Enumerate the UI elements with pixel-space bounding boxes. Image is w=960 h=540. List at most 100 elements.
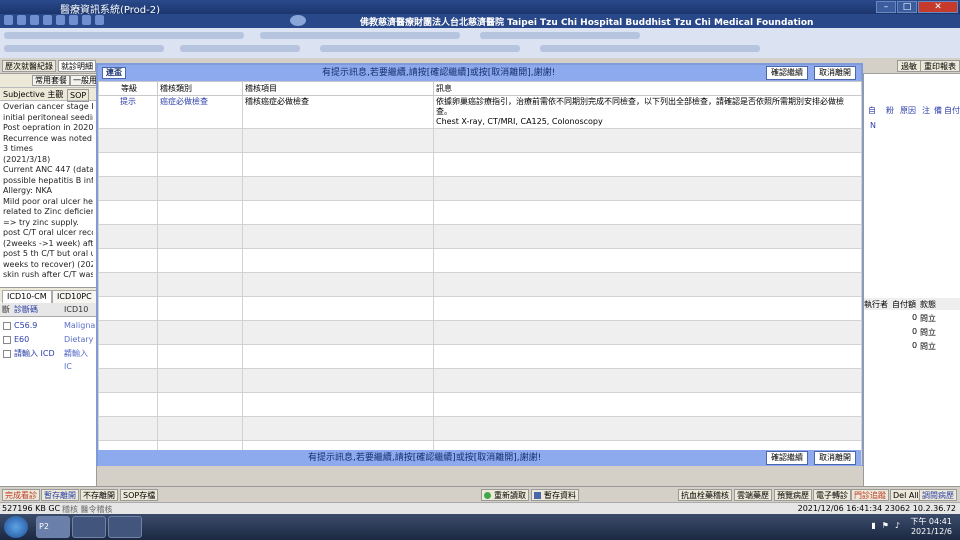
col-remark: 備 [934, 106, 942, 115]
clinic-tracking-button[interactable]: 門診追蹤 [851, 489, 889, 501]
row-message-line: Chest X-ray, CT/MRI, CA125, Colonoscopy [436, 117, 603, 126]
sop-button[interactable]: SOP [67, 89, 90, 102]
empty-cell [157, 416, 243, 441]
empty-cell [242, 200, 434, 225]
icd-desc: 請輸入 IC [64, 349, 88, 371]
close-button[interactable]: ✕ [918, 1, 958, 13]
volume-icon[interactable]: ♪ [895, 521, 900, 530]
delete-all-button[interactable]: Del All [890, 489, 922, 501]
taskbar-app-p2[interactable]: P2 [36, 516, 70, 538]
empty-cell [433, 320, 862, 345]
e-referral-button[interactable]: 電子轉診 [813, 489, 851, 501]
preview-record-button[interactable]: 預覽病歷 [774, 489, 812, 501]
minimize-button[interactable]: – [876, 1, 896, 13]
table-row-empty[interactable] [98, 128, 862, 153]
temp-save-button[interactable]: 暫存資料 [531, 489, 579, 501]
dialog-message-top: 有提示訊息,若要繼續,請按[確認繼續]或按[取消離開],謝謝! [322, 68, 556, 78]
lock-icon[interactable] [82, 15, 91, 25]
discard-leave-button[interactable]: 不存離開 [80, 489, 118, 501]
icd-row[interactable]: C56.9 Malignan [0, 319, 97, 333]
status-bar: 527196 KB GC 稽核 醫令稽核 2021/12/06 16:41:34… [0, 502, 960, 514]
temp-save-label: 暫存資料 [544, 491, 576, 500]
table-row-empty[interactable] [98, 176, 862, 201]
search-icon[interactable] [30, 15, 39, 25]
network-icon[interactable]: ▮ [871, 521, 875, 530]
row-message: 依據卵巢癌診療指引，治療前需依不同期別完成不同檢查，以下列出全部檢查，請確認是否… [433, 95, 862, 129]
home-icon[interactable] [4, 15, 13, 25]
flag-icon[interactable]: ⚑ [882, 521, 889, 530]
table-row-empty[interactable] [98, 368, 862, 393]
table-row-empty[interactable] [98, 296, 862, 321]
empty-cell [157, 320, 243, 345]
empty-cell [433, 152, 862, 177]
exit-icon[interactable] [95, 15, 104, 25]
tab-icd10-pc[interactable]: ICD10PC [52, 290, 96, 304]
table-row-empty[interactable] [98, 392, 862, 417]
table-row-empty[interactable] [98, 200, 862, 225]
icd-row[interactable]: E60 Dietary z [0, 333, 96, 357]
view-record-button[interactable]: 調閱病歷 [919, 489, 957, 501]
save-icon [534, 492, 541, 499]
cloud-med-history-button[interactable]: 雲端藥歷 [734, 489, 772, 501]
table-row-empty[interactable] [98, 224, 862, 249]
settings-icon[interactable] [43, 15, 52, 25]
icd-row[interactable]: 請輸入 ICD 請輸入 IC [0, 347, 96, 371]
confirm-continue-button-bottom[interactable]: 確認繼續 [766, 451, 808, 465]
cancel-leave-button-bottom[interactable]: 取消離開 [814, 451, 856, 465]
icd-code: 請輸入 ICD [14, 349, 55, 358]
table-row-empty[interactable] [98, 152, 862, 177]
table-row-empty[interactable] [98, 416, 862, 441]
taskbar-app-browser[interactable] [108, 516, 142, 538]
help-icon[interactable] [69, 15, 78, 25]
table-row-empty[interactable] [98, 248, 862, 273]
dialog-message-bottom: 有提示訊息,若要繼續,請按[確認繼續]或按[取消離開],謝謝! [308, 453, 542, 463]
common-set-button[interactable]: 常用套餐 [32, 75, 70, 86]
order-row[interactable]: N [864, 120, 960, 134]
save-leave-button[interactable]: 暫存離開 [41, 489, 79, 501]
fee-status: 問立 [920, 314, 936, 323]
tab-icd10-cm[interactable]: ICD10-CM [2, 290, 52, 304]
dialog-bottom-bar: 有提示訊息,若要繼續,請按[確認繼續]或按[取消離開],謝謝! 確認繼續 取消離… [98, 450, 861, 466]
fee-row[interactable]: 0 問立 [864, 326, 960, 340]
note-line: (2weeks ->1 week) after Z [3, 238, 93, 248]
table-row-empty[interactable] [98, 344, 862, 369]
icd-desc: Malignan [64, 321, 97, 330]
quick-icons [4, 15, 104, 25]
table-row[interactable]: 提示 癌症必做檢查 稽核癌症必做檢查 依據卵巢癌診療指引，治療前需依不同期別完成… [98, 95, 862, 129]
maximize-button[interactable]: □ [897, 1, 917, 13]
antithrombotic-audit-button[interactable]: 抗血栓藥稽核 [678, 489, 732, 501]
start-button[interactable] [4, 516, 28, 538]
empty-cell [242, 272, 434, 297]
icd-row-checkbox[interactable] [3, 350, 11, 358]
subjective-notes[interactable]: Overian cancer stage III initial periton… [0, 101, 96, 282]
row-category: 癌症必做檢查 [157, 95, 243, 129]
print-icon[interactable] [17, 15, 26, 25]
audit-table: 等級 稽核類別 稽核項目 訊息 提示 癌症必做檢查 稽核癌症必做檢查 依據卵巢癌… [98, 81, 862, 465]
audit-table-header: 等級 稽核類別 稽核項目 訊息 [98, 81, 862, 96]
tool-icon[interactable] [56, 15, 65, 25]
confirm-continue-button[interactable]: 確認繼續 [766, 66, 808, 80]
icd-row-checkbox[interactable] [3, 322, 11, 330]
table-row-empty[interactable] [98, 272, 862, 297]
general-button[interactable]: 一般用 [70, 75, 96, 86]
icd-row-checkbox[interactable] [3, 336, 11, 344]
reload-button[interactable]: 重新讀取 [481, 489, 529, 501]
empty-cell [433, 200, 862, 225]
fee-row[interactable]: 0 問立 [864, 340, 960, 354]
hospital-logo-icon [290, 15, 306, 26]
allergy-button[interactable]: 過敏 [897, 60, 921, 72]
fee-row[interactable]: 0 問立 [864, 312, 960, 326]
tab-visit-history[interactable]: 歷次就醫紀錄 [2, 60, 56, 72]
bottom-action-bar: 完成看診 暫存離開 不存離開 SOP存檔 重新讀取 暫存資料 抗血栓藥稽核 雲端… [0, 486, 960, 502]
reprint-button[interactable]: 重印報表 [920, 60, 960, 72]
taskbar-clock[interactable]: 下午 04:41 2021/12/6 [910, 517, 952, 537]
finish-visit-button[interactable]: 完成看診 [2, 489, 40, 501]
col-category: 稽核類別 [157, 81, 243, 96]
cancel-leave-button[interactable]: 取消離開 [814, 66, 856, 80]
system-tray: ▮ ⚑ ♪ [871, 521, 900, 530]
table-row-empty[interactable] [98, 320, 862, 345]
sop-save-button[interactable]: SOP存檔 [120, 489, 159, 501]
taskbar-app-terminal[interactable] [72, 516, 106, 538]
tab-visit-detail[interactable]: 就診明細 [58, 60, 96, 72]
note-line: (2021/3/18) [3, 154, 51, 164]
